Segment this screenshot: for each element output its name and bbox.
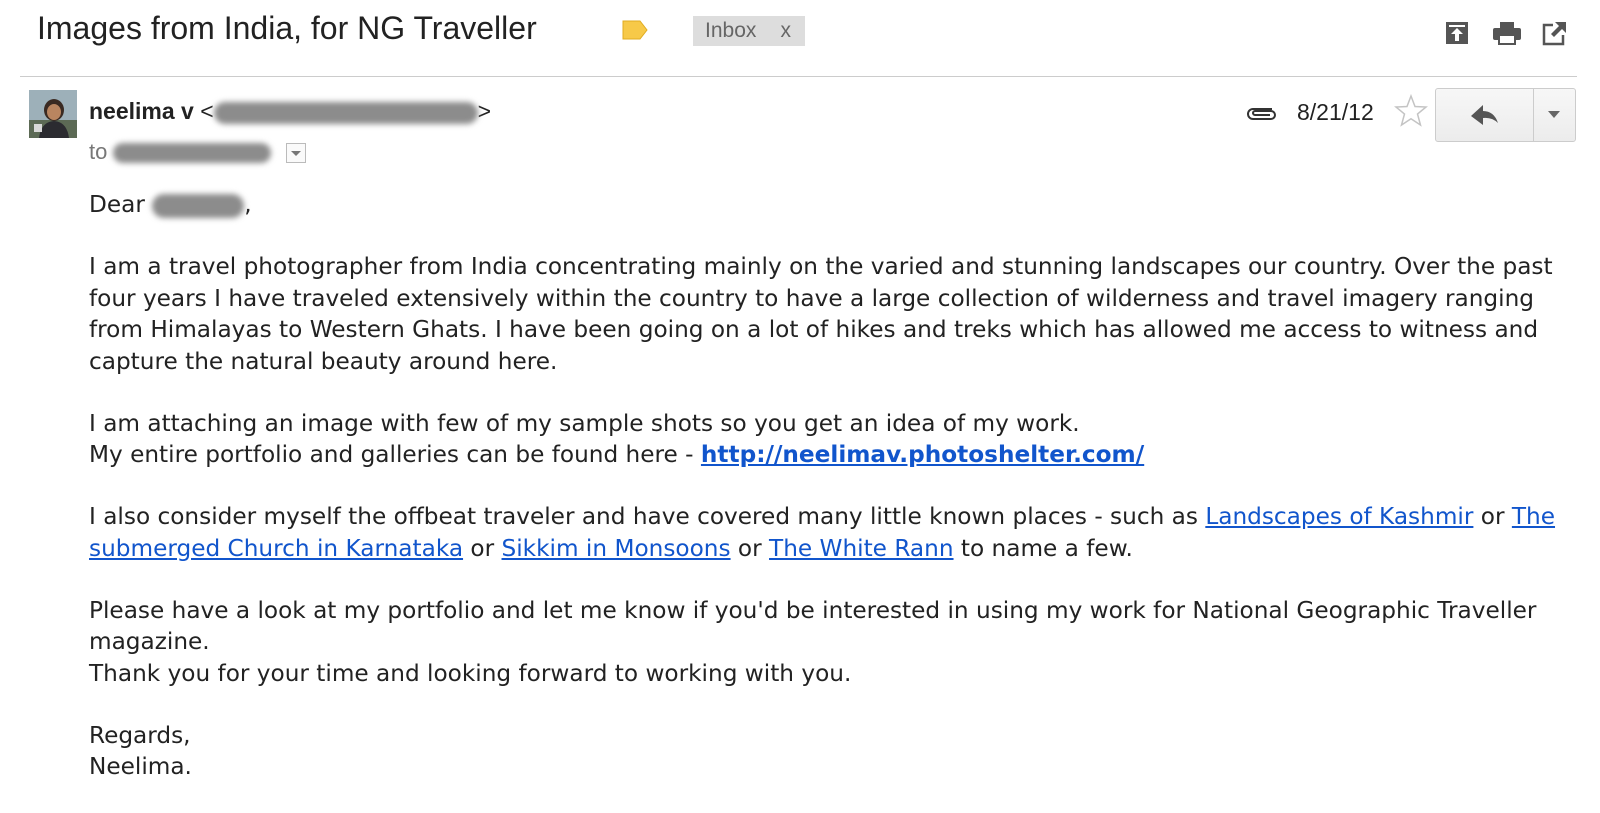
open-in-new-window-icon[interactable]: [1542, 20, 1568, 46]
print-icon[interactable]: [1492, 20, 1522, 46]
inbox-label-text: Inbox: [705, 19, 757, 42]
portfolio-sentence: My entire portfolio and galleries can be…: [89, 441, 701, 468]
greeting-text: Dear: [89, 191, 145, 218]
header-divider: [20, 76, 1577, 77]
portfolio-link[interactable]: http://neelimav.photoshelter.com/: [701, 441, 1144, 468]
star-icon[interactable]: [1394, 94, 1428, 128]
request-sentence: Please have a look at my portfolio and l…: [89, 596, 1537, 656]
link-kashmir[interactable]: Landscapes of Kashmir: [1205, 503, 1473, 530]
label-tag-icon[interactable]: [621, 19, 649, 41]
to-label: to: [89, 139, 108, 164]
sender-email-open: <: [200, 98, 214, 124]
reply-arrow-icon: [1471, 105, 1498, 125]
paragraph-intro: I am a travel photographer from India co…: [89, 253, 1553, 375]
greeting-comma: ,: [244, 191, 252, 218]
sender-email-close: >: [477, 98, 492, 124]
sender-avatar[interactable]: [29, 90, 77, 138]
or-3: or: [730, 534, 770, 562]
email-body: Dear , I am a travel photographer from I…: [89, 189, 1589, 813]
more-actions-button[interactable]: [1533, 89, 1576, 141]
sender-line: neelima v < >: [89, 98, 491, 125]
redacted-recipient-name: [152, 193, 245, 218]
regards-text: Regards,: [89, 721, 191, 749]
thanks-sentence: Thank you for your time and looking forw…: [89, 659, 852, 687]
redacted-recipient: [113, 143, 272, 164]
attachment-sentence: I am attaching an image with few of my s…: [89, 409, 1080, 437]
places-intro: I also consider myself the offbeat trave…: [89, 503, 1206, 530]
link-sikkim[interactable]: Sikkim in Monsoons: [502, 535, 731, 562]
show-details-toggle[interactable]: [285, 143, 306, 164]
or-1: or: [1473, 503, 1512, 530]
places-outro: to name a few.: [953, 534, 1133, 562]
email-subject: Images from India, for NG Traveller: [37, 10, 537, 46]
paragraph-places: I also consider myself the offbeat trave…: [89, 501, 1589, 564]
inbox-label-chip[interactable]: Inbox x: [693, 16, 805, 46]
remove-label-button[interactable]: x: [781, 16, 792, 46]
paragraph-request: Please have a look at my portfolio and l…: [89, 595, 1589, 690]
paperclip-icon: [1247, 108, 1276, 120]
recipient-line: to: [89, 139, 306, 165]
paragraph-portfolio: I am attaching an image with few of my s…: [89, 408, 1589, 471]
reply-button[interactable]: [1436, 89, 1533, 141]
redacted-sender-email: [213, 101, 478, 124]
move-to-top-icon[interactable]: [1444, 20, 1470, 46]
sign-off: Regards, Neelima.: [89, 720, 1589, 783]
signature-name: Neelima.: [89, 753, 192, 780]
avatar-photo: [29, 90, 77, 138]
subject-bar: Images from India, for NG Traveller Inbo…: [0, 0, 1600, 62]
email-date: 8/21/12: [1297, 99, 1374, 125]
reply-button-group: [1435, 88, 1576, 142]
or-2: or: [463, 534, 502, 562]
link-white-rann[interactable]: The White Rann: [769, 535, 954, 562]
sender-name[interactable]: neelima v: [89, 98, 194, 124]
greeting: Dear ,: [89, 189, 1589, 221]
